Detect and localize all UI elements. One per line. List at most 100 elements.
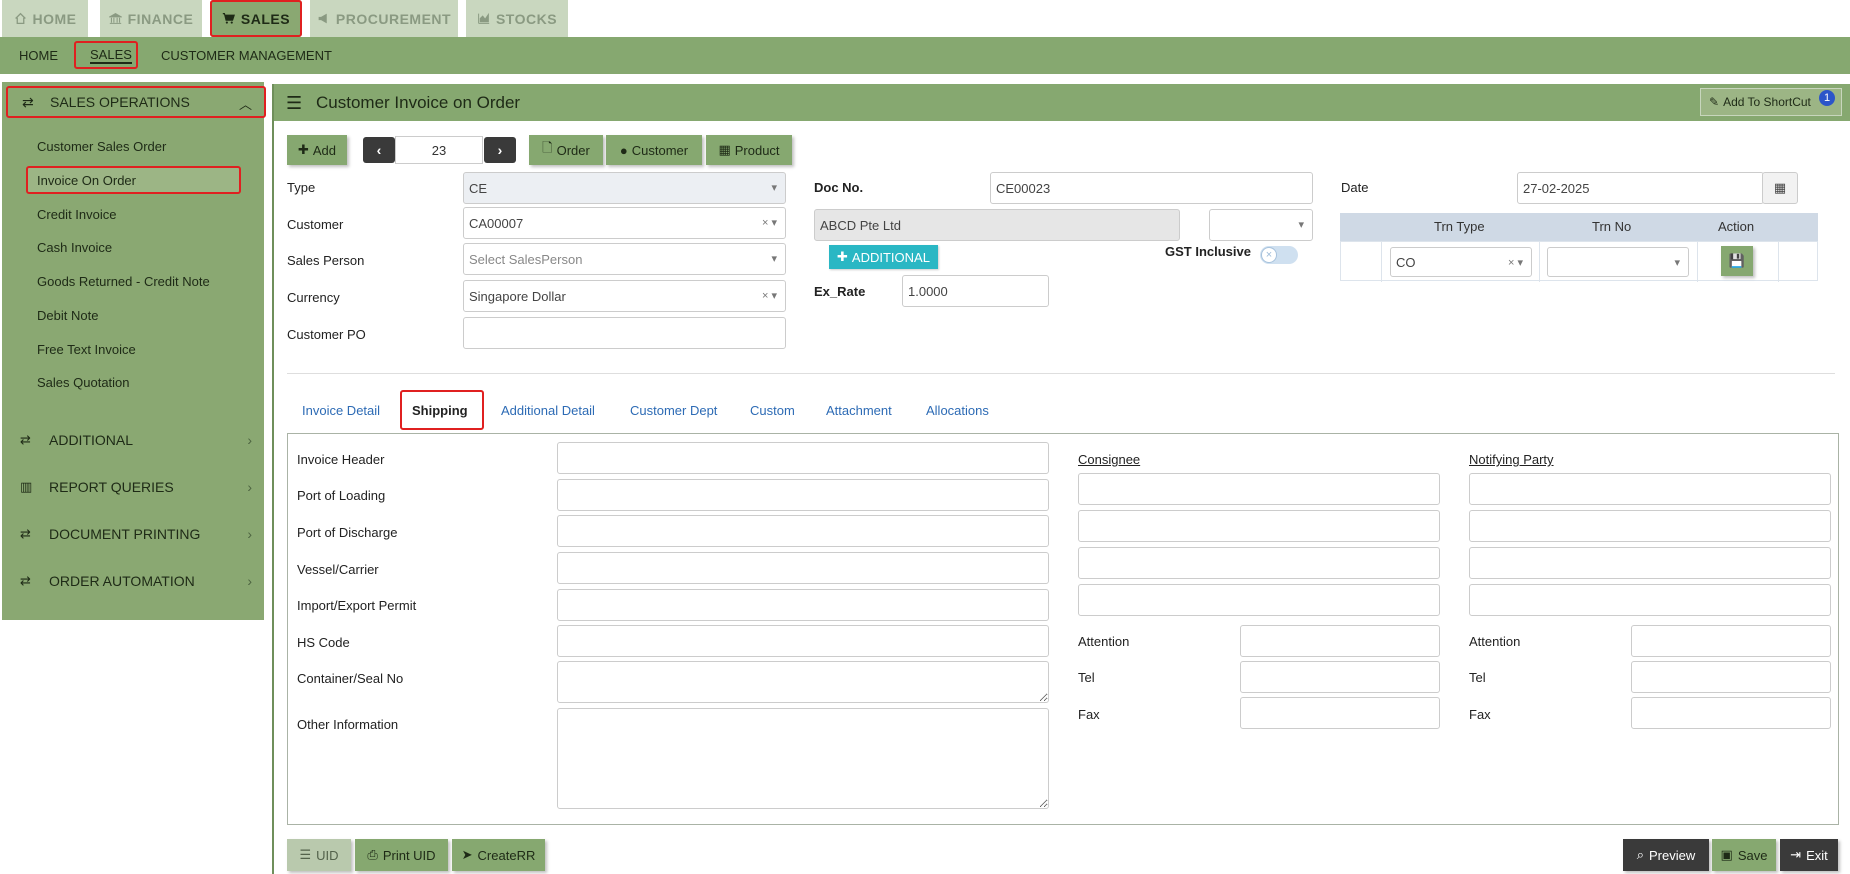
notifying-fax-input[interactable] [1631,697,1831,729]
invoice-header-input[interactable] [557,442,1049,474]
create-rr-button[interactable]: ➤ CreateRR [452,839,545,871]
sidebar-item-free-text-invoice[interactable]: Free Text Invoice [37,342,136,357]
sidebar-sales-operations[interactable]: ⇄ SALES OPERATIONS ︿ [6,86,266,118]
sidebar-item-goods-returned[interactable]: Goods Returned - Credit Note [37,274,210,289]
clear-caret-icon[interactable]: × ▾ [762,216,777,229]
other-information-textarea[interactable] [557,708,1049,809]
tab-allocations[interactable]: Allocations [926,403,989,418]
subnav-sales[interactable]: SALES [90,37,132,74]
top-tab-finance[interactable]: FINANCE [100,0,202,37]
gst-inclusive-toggle[interactable]: × [1260,246,1298,264]
sidebar-item-cash-invoice[interactable]: Cash Invoice [37,240,112,255]
sidebar-section-order-automation[interactable]: ⇄ ORDER AUTOMATION › [20,573,260,589]
customer-select[interactable]: CA00007 × ▾ [463,207,786,239]
tab-shipping[interactable]: Shipping [412,403,468,418]
notifying-tel-input[interactable] [1631,661,1831,693]
notifying-party-line-2[interactable] [1469,510,1831,542]
top-tab-sales[interactable]: SALES [210,0,302,37]
add-to-shortcut-button[interactable]: ✎ Add To ShortCut 1 [1700,88,1842,116]
container-seal-no-textarea[interactable] [557,661,1049,703]
type-select[interactable]: CE ▾ [463,172,786,204]
top-tab-stocks[interactable]: STOCKS [466,0,568,37]
trn-save-button[interactable]: 💾 [1721,246,1753,276]
save-button[interactable]: ▣ Save [1712,839,1776,871]
consignee-line-4[interactable] [1078,584,1440,616]
tab-customer-dept[interactable]: Customer Dept [630,403,717,418]
top-tab-procurement[interactable]: PROCUREMENT [310,0,458,37]
record-number-input[interactable]: 23 [395,136,483,164]
preview-button[interactable]: ⌕ Preview [1623,839,1709,871]
notifying-party-line-4[interactable] [1469,584,1831,616]
notifying-party-line-1[interactable] [1469,473,1831,505]
order-button[interactable]: 🗋 Order [529,135,603,165]
tab-invoice-detail[interactable]: Invoice Detail [302,403,380,418]
uid-button[interactable]: ☰ UID [287,839,351,871]
prev-record-button[interactable]: ‹ [363,137,395,163]
next-record-button[interactable]: › [484,137,516,163]
consignee-fax-input[interactable] [1240,697,1440,729]
port-of-discharge-input[interactable] [557,515,1049,547]
tab-attachment[interactable]: Attachment [826,403,892,418]
doc-no-input[interactable]: CE00023 [990,172,1313,204]
print-uid-button-label: Print UID [382,847,436,863]
port-of-loading-input[interactable] [557,479,1049,511]
product-button[interactable]: ▦ Product [706,135,792,165]
hamburger-icon[interactable]: ☰ [286,93,302,114]
additional-button[interactable]: ✚ ADDITIONAL [829,245,938,269]
currency-select[interactable]: Singapore Dollar × ▾ [463,280,786,312]
doc-no-label: Doc No. [814,180,864,195]
calendar-button[interactable]: ▦ [1762,172,1798,204]
notifying-party-line-3[interactable] [1469,547,1831,579]
trn-type-select[interactable]: CO × ▾ [1390,247,1532,277]
ex-rate-input[interactable]: 1.0000 [902,275,1049,307]
clear-caret-icon[interactable]: × ▾ [1508,256,1523,269]
subnav-home[interactable]: HOME [19,37,58,74]
ex-rate-value: 1.0000 [908,283,948,299]
cart-icon [222,13,235,24]
sidebar-item-invoice-on-order[interactable]: Invoice On Order [37,173,136,188]
tab-additional-detail[interactable]: Additional Detail [501,403,595,418]
order-button-label: Order [556,142,590,158]
sidebar-item-sales-quotation[interactable]: Sales Quotation [37,375,130,390]
sidebar-section-report-queries[interactable]: ▥ REPORT QUERIES › [20,479,260,495]
consignee-line-3[interactable] [1078,547,1440,579]
tab-custom[interactable]: Custom [750,403,795,418]
clear-caret-icon[interactable]: × ▾ [762,289,777,302]
consignee-attention-input[interactable] [1240,625,1440,657]
plus-icon: ✚ [297,142,309,157]
add-button[interactable]: ✚ Add [287,135,347,165]
date-input[interactable]: 27-02-2025 [1517,172,1764,204]
consignee-tel-input[interactable] [1240,661,1440,693]
sales-person-select[interactable]: Select SalesPerson ▾ [463,243,786,275]
page-header: ☰ Customer Invoice on Order ✎ Add To Sho… [272,84,1850,121]
product-button-label: Product [734,142,780,158]
ex-rate-label: Ex_Rate [814,284,866,299]
plus-icon: ✚ [837,249,848,264]
uid-button-label: UID [316,847,339,863]
notifying-attention-input[interactable] [1631,625,1831,657]
customer-po-input[interactable] [463,317,786,349]
consignee-line-2[interactable] [1078,510,1440,542]
sidebar-section-document-printing[interactable]: ⇄ DOCUMENT PRINTING › [20,526,260,542]
hs-code-input[interactable] [557,625,1049,657]
sub-nav: HOME SALES CUSTOMER MANAGEMENT [0,37,1850,74]
trn-no-select[interactable]: ▾ [1547,247,1689,277]
sidebar-item-label: Customer Sales Order [37,139,167,154]
vessel-carrier-input[interactable] [557,552,1049,584]
sidebar-item-debit-note[interactable]: Debit Note [37,308,98,323]
sidebar-item-customer-sales-order[interactable]: Customer Sales Order [37,139,166,154]
sidebar-item-credit-invoice[interactable]: Credit Invoice [37,207,116,222]
subnav-customer-management[interactable]: CUSTOMER MANAGEMENT [161,37,332,74]
chevron-left-icon: ‹ [376,142,382,158]
chevron-right-icon: › [247,432,252,448]
exit-button[interactable]: ⇥ Exit [1780,839,1838,871]
consignee-line-1[interactable] [1078,473,1440,505]
customer-button[interactable]: ● Customer [606,135,702,165]
consignee-heading: Consignee [1078,452,1141,467]
customer-extra-select[interactable]: ▾ [1209,209,1313,241]
trn-no-header: Trn No [1592,219,1632,234]
import-export-permit-input[interactable] [557,589,1049,621]
print-uid-button[interactable]: ⎙ Print UID [355,839,448,871]
top-tab-home[interactable]: HOME [2,0,88,37]
sidebar-section-additional[interactable]: ⇄ ADDITIONAL › [20,432,260,448]
